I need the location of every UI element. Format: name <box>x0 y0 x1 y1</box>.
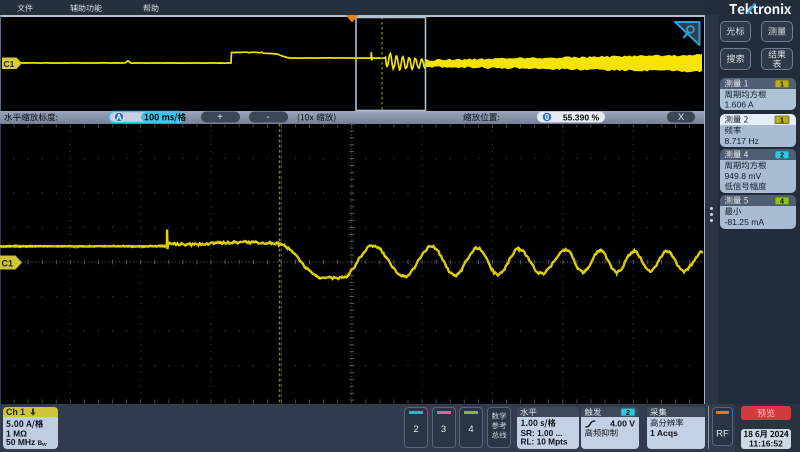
svg-text:RL: 10 Mpts: RL: 10 Mpts <box>521 437 568 447</box>
svg-text:1 Acqs: 1 Acqs <box>650 428 678 438</box>
svg-text:1: 1 <box>780 116 784 125</box>
svg-text:11:16:52: 11:16:52 <box>749 438 783 448</box>
svg-text:8.717 Hz: 8.717 Hz <box>725 136 759 146</box>
svg-text:50 MHz BW: 50 MHz BW <box>6 437 47 448</box>
svg-text:4.00 V: 4.00 V <box>610 418 635 428</box>
svg-text:1: 1 <box>780 80 784 89</box>
svg-text:2: 2 <box>780 151 784 160</box>
svg-text:949.8 mV: 949.8 mV <box>725 171 762 181</box>
svg-text:1.606 A: 1.606 A <box>725 100 754 110</box>
svg-text:2: 2 <box>626 408 630 417</box>
svg-text:-81.25 mA: -81.25 mA <box>725 217 765 227</box>
svg-text:RF: RF <box>716 429 729 440</box>
svg-text:Ch 1: Ch 1 <box>6 407 25 417</box>
